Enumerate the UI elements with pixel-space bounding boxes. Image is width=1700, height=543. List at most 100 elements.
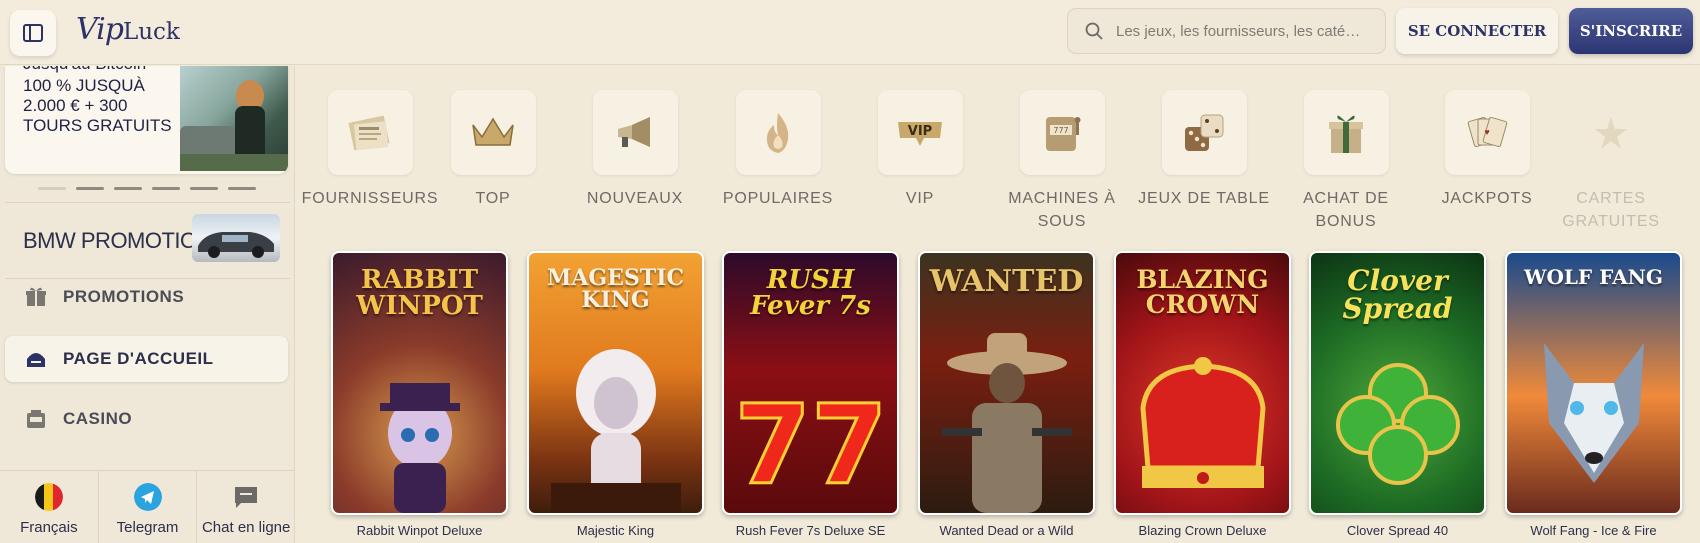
divider (5, 202, 290, 203)
game-thumbnail[interactable]: WANTED (918, 251, 1095, 515)
game-art-title: RUSH Fever 7s (750, 265, 871, 321)
game-card[interactable]: WOLF FANG Wolf Fang - Ice & Fire (1505, 251, 1682, 538)
category-bonus-buy[interactable]: ACHAT DE BONUS (1276, 90, 1416, 233)
sidebar-toggle-button[interactable] (10, 10, 56, 56)
svg-text:777: 777 (1053, 126, 1068, 135)
megaphone-icon (592, 90, 678, 175)
vip-icon: VIP (877, 90, 963, 175)
logo-vip: Vip (76, 12, 124, 47)
site-logo[interactable]: VipLuck (76, 12, 180, 52)
game-art-title: Clover Spread (1342, 264, 1453, 325)
category-label: FOURNISSEURS (301, 190, 439, 207)
game-name: Majestic King (576, 523, 655, 538)
gift-icon (23, 286, 49, 308)
game-card[interactable]: Clover Spread Clover Spread 40 (1309, 251, 1486, 538)
cards-icon: ♥ (1444, 90, 1530, 175)
game-card[interactable]: RABBIT WINPOT Rabbit Winpot Deluxe (331, 251, 508, 538)
language-label: Français (20, 519, 78, 536)
game-thumbnail[interactable]: WOLF FANG (1505, 251, 1682, 515)
game-thumbnail[interactable]: RUSH Fever 7s 77 (722, 251, 899, 515)
category-jackpots[interactable]: ♥ JACKPOTS (1417, 90, 1557, 210)
category-label: ACHAT DE BONUS (1303, 190, 1389, 230)
language-selector[interactable]: Français (0, 471, 99, 543)
category-table-games[interactable]: JEUX DE TABLE (1134, 90, 1274, 210)
category-slots[interactable]: 777 MACHINES À SOUS (992, 90, 1132, 233)
search-icon (1085, 22, 1103, 40)
category-vip[interactable]: VIP VIP (850, 90, 990, 210)
casino-icon (23, 408, 49, 430)
search-box[interactable] (1067, 8, 1386, 54)
game-name: Rabbit Winpot Deluxe (356, 523, 483, 538)
svg-text:♥: ♥ (1484, 127, 1489, 137)
carousel-dot[interactable] (190, 187, 218, 190)
bmw-car-image (192, 214, 280, 262)
game-card[interactable]: MAGESTIC KING Majestic King (527, 251, 704, 538)
game-name: Blazing Crown Deluxe (1138, 523, 1267, 538)
category-label: JACKPOTS (1441, 190, 1533, 207)
category-label: POPULAIRES (722, 190, 834, 207)
gift-box-icon (1303, 90, 1389, 175)
sidebar-item-label: CASINO (63, 409, 133, 428)
search-input[interactable] (1116, 22, 1366, 40)
game-name: Clover Spread 40 (1346, 523, 1449, 538)
sidebar-item-home[interactable]: PAGE D'ACCUEIL (5, 336, 288, 382)
dice-icon (1161, 90, 1247, 175)
game-name: Wolf Fang - Ice & Fire (1530, 523, 1657, 538)
category-new[interactable]: NOUVEAUX (565, 90, 705, 210)
category-label: TOP (475, 190, 511, 207)
bmw-promotion-label: BMW PROMOTION (23, 228, 213, 253)
category-label: VIP (905, 190, 935, 207)
slot-machine-icon: 777 (1019, 90, 1105, 175)
newspaper-icon (327, 90, 413, 175)
carousel-dot[interactable] (38, 187, 66, 190)
live-chat-link[interactable]: Chat en ligne (197, 471, 294, 543)
category-popular[interactable]: POPULAIRES (708, 90, 848, 210)
game-thumbnail[interactable]: BLAZING CROWN (1114, 251, 1291, 515)
game-art-title: BLAZING CROWN (1136, 265, 1269, 319)
telegram-icon (133, 483, 162, 511)
telegram-label: Telegram (116, 519, 179, 536)
carousel-dot[interactable] (152, 187, 180, 190)
game-art-title: WOLF FANG (1523, 265, 1663, 289)
bmw-promotion-banner[interactable]: BMW PROMOTION (0, 204, 294, 278)
game-name: Rush Fever 7s Deluxe SE (735, 523, 886, 538)
game-thumbnail[interactable]: RABBIT WINPOT (331, 251, 508, 515)
carousel-dot[interactable] (228, 187, 256, 190)
telegram-link[interactable]: Telegram (99, 471, 198, 543)
category-label: CARTES GRATUITES (1562, 190, 1660, 230)
category-top[interactable]: TOP (423, 90, 563, 210)
game-card[interactable]: RUSH Fever 7s 77 Rush Fever 7s Deluxe SE (722, 251, 899, 538)
game-card[interactable]: BLAZING CROWN Blazing Crown Deluxe (1114, 251, 1291, 538)
chat-icon (235, 487, 258, 508)
register-button[interactable]: S'INSCRIRE (1569, 8, 1693, 54)
sidebar-toggle-icon (23, 24, 43, 42)
sidebar-item-promotions[interactable]: PROMOTIONS (5, 274, 288, 320)
svg-text:77: 77 (736, 381, 886, 509)
home-icon (23, 348, 49, 370)
carousel-dot[interactable] (114, 187, 142, 190)
sidebar-bottom-bar: Français Telegram Chat en ligne (0, 470, 294, 543)
login-button[interactable]: SE CONNECTER (1396, 8, 1558, 54)
carousel-dot[interactable] (76, 187, 104, 190)
sidebar-item-label: PAGE D'ACCUEIL (63, 349, 214, 368)
game-art-title: RABBIT WINPOT (356, 265, 483, 321)
crown-icon (450, 90, 536, 175)
promo-text: 100 % JUSQUÀ 2.000 € + 300 TOURS GRATUIT… (23, 76, 172, 136)
category-providers[interactable]: FOURNISSEURS (300, 90, 440, 210)
promo-image (180, 66, 288, 171)
top-header: VipLuck SE CONNECTER S'INSCRIRE (0, 0, 1700, 65)
game-thumbnail[interactable]: MAGESTIC KING (527, 251, 704, 515)
category-label: JEUX DE TABLE (1138, 190, 1270, 207)
games-grid: RABBIT WINPOT Rabbit Winpot Deluxe MAGES… (331, 251, 1700, 543)
chat-label: Chat en ligne (201, 519, 291, 536)
sidebar: Jusqu'au Bitcoin 100 % JUSQUÀ 2.000 € + … (0, 66, 295, 543)
game-art-title: MAGESTIC KING (546, 265, 685, 313)
game-card[interactable]: WANTED Wanted Dead or a Wild (918, 251, 1095, 538)
category-free-cards[interactable]: CARTES GRATUITES (1541, 90, 1681, 233)
game-art-title: WANTED (929, 264, 1084, 299)
game-thumbnail[interactable]: Clover Spread (1309, 251, 1486, 515)
promo-line-3: TOURS GRATUITS (23, 116, 172, 135)
promo-banner[interactable]: Jusqu'au Bitcoin 100 % JUSQUÀ 2.000 € + … (5, 66, 288, 174)
sidebar-item-casino[interactable]: CASINO (5, 396, 288, 442)
flame-icon (735, 90, 821, 175)
